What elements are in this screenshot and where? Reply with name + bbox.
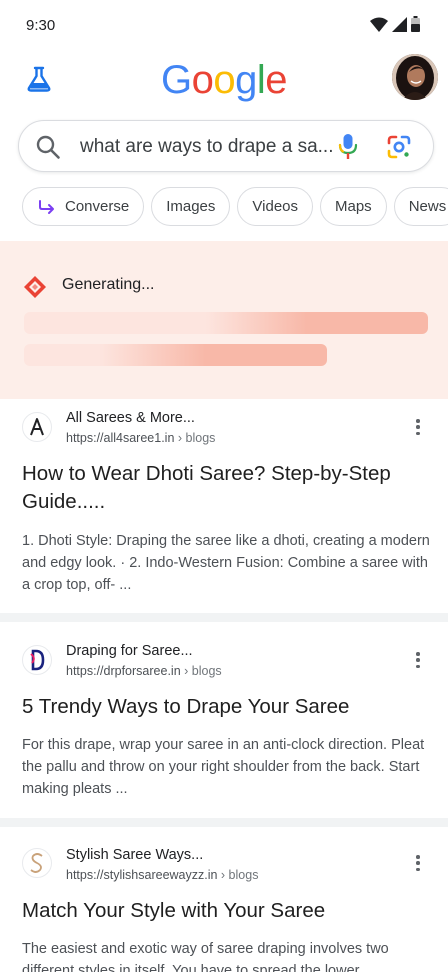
logo-letter: o bbox=[213, 58, 236, 102]
url-breadcrumb: › blogs bbox=[174, 431, 216, 445]
url-text: https://stylishsareewayzz.in bbox=[66, 868, 218, 882]
url-text: https://all4saree1.in bbox=[66, 431, 175, 445]
result-title-link[interactable]: 5 Trendy Ways to Drape Your Saree bbox=[22, 693, 432, 721]
chip-label: News bbox=[408, 198, 447, 215]
brand-letter-s-icon bbox=[30, 853, 43, 873]
wifi-icon bbox=[370, 17, 388, 32]
result-divider bbox=[0, 818, 448, 827]
chip-images[interactable]: Images bbox=[151, 187, 231, 226]
url-breadcrumb: › blogs bbox=[217, 868, 259, 882]
more-options-icon[interactable] bbox=[410, 417, 426, 437]
chip-label: Converse bbox=[65, 198, 130, 215]
site-url[interactable]: https://drpforsaree.in › blogs bbox=[66, 664, 222, 678]
brand-letter-a-icon bbox=[30, 418, 44, 436]
result-snippet: For this drape, wrap your saree in an an… bbox=[22, 737, 425, 797]
battery-icon bbox=[411, 16, 420, 32]
search-bar[interactable]: what are ways to drape a sa... bbox=[18, 120, 434, 172]
url-text: https://drpforsaree.in bbox=[66, 664, 181, 678]
chip-maps[interactable]: Maps bbox=[320, 187, 387, 226]
result-snippet: The easiest and exotic way of saree drap… bbox=[22, 941, 389, 972]
status-bar: 9:30 bbox=[0, 0, 448, 52]
site-favicon[interactable] bbox=[22, 848, 52, 878]
chip-converse[interactable]: Converse bbox=[22, 187, 145, 226]
logo-letter: G bbox=[160, 58, 192, 102]
result-title-link[interactable]: How to Wear Dhoti Saree? Step-by-Step Gu… bbox=[22, 460, 432, 516]
status-time: 9:30 bbox=[26, 17, 56, 34]
search-result: All Sarees & More... https://all4saree1.… bbox=[0, 399, 448, 613]
ai-status-text: Generating... bbox=[62, 276, 155, 293]
avatar[interactable] bbox=[392, 54, 438, 100]
logo-letter: g bbox=[235, 58, 257, 102]
logo-letter: o bbox=[191, 58, 214, 102]
ai-overview-icon bbox=[24, 276, 46, 298]
more-options-icon[interactable] bbox=[410, 650, 426, 670]
result-divider bbox=[0, 613, 448, 622]
profile-photo-icon bbox=[392, 54, 438, 100]
site-url[interactable]: https://stylishsareewayzz.in › blogs bbox=[66, 868, 258, 882]
loading-bar bbox=[24, 312, 428, 334]
search-result: Draping for Saree... https://drpforsaree… bbox=[0, 622, 448, 818]
url-breadcrumb: › blogs bbox=[180, 664, 222, 678]
loading-bar bbox=[24, 344, 327, 366]
chip-label: Maps bbox=[335, 198, 372, 215]
arrow-turn-icon bbox=[37, 199, 57, 215]
site-favicon[interactable] bbox=[22, 412, 52, 442]
ai-overview-panel: Generating... bbox=[0, 241, 448, 399]
site-favicon[interactable] bbox=[22, 645, 52, 675]
brand-letter-d-icon bbox=[30, 649, 45, 671]
chip-label: Images bbox=[166, 198, 216, 215]
cell-signal-icon bbox=[392, 16, 407, 32]
site-url[interactable]: https://all4saree1.in › blogs bbox=[66, 431, 215, 445]
app-header: Google bbox=[0, 52, 448, 112]
search-icon bbox=[36, 135, 60, 159]
microphone-icon[interactable] bbox=[337, 133, 359, 161]
more-options-icon[interactable] bbox=[410, 853, 426, 873]
logo-letter: e bbox=[265, 58, 287, 102]
chip-videos[interactable]: Videos bbox=[237, 187, 313, 226]
search-filter-chips: Converse Images Videos Maps News bbox=[22, 187, 448, 227]
result-snippet: 1. Dhoti Style: Draping the saree like a… bbox=[22, 533, 430, 593]
site-name[interactable]: All Sarees & More... bbox=[66, 410, 195, 426]
search-result: Stylish Saree Ways... https://stylishsar… bbox=[0, 827, 448, 972]
status-icons bbox=[370, 16, 420, 32]
google-logo[interactable]: Google bbox=[0, 56, 448, 104]
logo-letter: l bbox=[256, 58, 266, 102]
search-input[interactable]: what are ways to drape a sa... bbox=[80, 136, 333, 158]
result-title-link[interactable]: Match Your Style with Your Saree bbox=[22, 897, 432, 925]
chip-news[interactable]: News bbox=[393, 187, 448, 226]
chip-label: Videos bbox=[252, 198, 298, 215]
google-lens-icon[interactable] bbox=[386, 134, 412, 160]
site-name[interactable]: Stylish Saree Ways... bbox=[66, 847, 203, 863]
site-name[interactable]: Draping for Saree... bbox=[66, 643, 193, 659]
